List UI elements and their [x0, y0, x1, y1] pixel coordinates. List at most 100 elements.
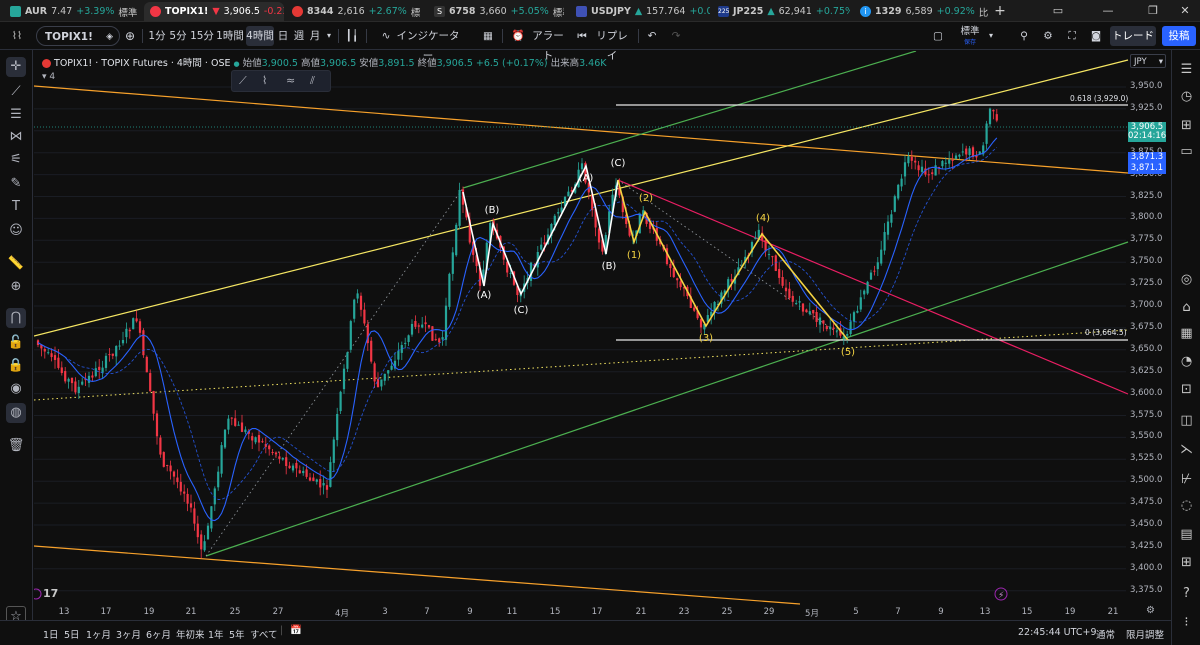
settings-gear-icon[interactable]: ⚙: [1040, 26, 1056, 46]
timeframe-1m[interactable]: 1分: [148, 26, 166, 46]
range-6m[interactable]: 6ヶ月: [146, 627, 171, 641]
wave-tool-icon[interactable]: ≈: [286, 74, 295, 87]
timeframe-4h[interactable]: 4時間: [246, 26, 274, 46]
legend-title[interactable]: TOPIX1! · TOPIX Futures · 4時間 · OSE: [54, 58, 230, 69]
quick-search-icon[interactable]: ⚲: [1016, 26, 1032, 46]
contract-adjust[interactable]: 限月調整: [1126, 627, 1164, 641]
redo-icon[interactable]: ↷: [668, 26, 684, 46]
layout-dropdown-icon[interactable]: ▾: [986, 26, 996, 46]
browser-tab-jp225[interactable]: 225 JP225 ▲ 62,941 +0.75%: [712, 2, 850, 21]
timeframe-1w[interactable]: 週: [292, 26, 306, 46]
clock[interactable]: 22:45:44 UTC+9: [1018, 627, 1097, 638]
currency-selector[interactable]: JPY ▾: [1130, 54, 1166, 68]
data-window-icon[interactable]: ◫: [1177, 411, 1196, 430]
maximize-icon[interactable]: ❐: [1143, 3, 1163, 19]
minimize-icon[interactable]: —: [1098, 3, 1118, 19]
session-selector[interactable]: 通常: [1096, 627, 1115, 641]
calendar-icon[interactable]: ▦: [1177, 324, 1196, 343]
range-ytd[interactable]: 年初来: [176, 627, 205, 641]
indicators-icon[interactable]: ∿: [376, 26, 396, 46]
time-axis[interactable]: 13 17 19 21 25 27 4月 3 7 9 11 15 17 21 23 25 29 5月 5 7 9 13 15…: [34, 605, 1171, 620]
browser-tab-1329[interactable]: i 1329 6,589 +0.92% 比較: [854, 2, 988, 21]
range-1d[interactable]: 1日: [43, 627, 59, 641]
range-1m[interactable]: 1ヶ月: [86, 627, 111, 641]
ruler-panel-icon[interactable]: ⊬: [1177, 470, 1196, 489]
layout-square-icon[interactable]: ▢: [930, 26, 946, 46]
pine-editor-icon[interactable]: ⌂: [1177, 298, 1196, 317]
indicator-collapse[interactable]: ▾ 4: [42, 72, 55, 82]
object-tree-icon[interactable]: ◍: [6, 403, 26, 423]
strategy-icon[interactable]: ⋋: [1177, 440, 1196, 459]
price-chart[interactable]: 17 ⚡: [34, 51, 1162, 605]
options-icon[interactable]: ⁝: [1177, 613, 1196, 632]
browser-tab-aur[interactable]: AUR 7.47 +3.39% 標準: [4, 2, 142, 21]
compare-add-icon[interactable]: ⊕: [122, 26, 138, 46]
screener-icon[interactable]: ◔: [1177, 352, 1196, 371]
templates-grid-icon[interactable]: ▦: [480, 26, 496, 46]
trash-icon[interactable]: 🗑: [6, 436, 26, 456]
timeframe-15m[interactable]: 15分: [190, 26, 214, 46]
brush-icon[interactable]: ✎: [6, 174, 26, 194]
indicators-button[interactable]: インジケーター: [396, 26, 460, 62]
ruler-icon[interactable]: 📏: [6, 254, 26, 274]
emoji-icon[interactable]: ☺: [6, 221, 26, 241]
window-close-icon[interactable]: ✕: [1175, 3, 1195, 19]
range-1y[interactable]: 1年: [208, 627, 224, 641]
magnet-icon[interactable]: ⋂: [6, 308, 26, 328]
watchlist-icon[interactable]: ☰: [1177, 60, 1196, 79]
timeframe-1mo[interactable]: 月: [308, 26, 322, 46]
trendline-icon[interactable]: ⟋: [6, 82, 26, 102]
timeframe-5m[interactable]: 5分: [169, 26, 187, 46]
line-tool-icon[interactable]: ⟋: [239, 74, 247, 88]
lock-icon[interactable]: 🔒: [6, 356, 26, 376]
ideas-icon[interactable]: ◎: [1177, 270, 1196, 289]
browser-tab-topix[interactable]: TOPIX1! ▼ 3,906.5 -0.23% ✕: [144, 2, 284, 21]
help-icon[interactable]: ?: [1177, 584, 1196, 603]
symbol-menu-icon[interactable]: ◈: [106, 27, 113, 47]
window-layout-icon[interactable]: ▭: [1048, 3, 1068, 19]
text-tool-icon[interactable]: T: [6, 197, 26, 217]
calc-icon[interactable]: ▤: [1177, 525, 1196, 544]
axis-settings-icon[interactable]: ⚙: [1146, 605, 1155, 616]
crosshair-icon[interactable]: ✛: [6, 57, 26, 77]
browser-tab-6758[interactable]: S 6758 3,660 +5.05% 標準: [428, 2, 564, 21]
range-3m[interactable]: 3ヶ月: [116, 627, 141, 641]
alert-icon[interactable]: ⏰: [510, 26, 526, 46]
lock-drawings-icon[interactable]: 🔓: [6, 333, 26, 353]
replay-icon[interactable]: ⏮: [574, 26, 590, 46]
object-tree-panel-icon[interactable]: ⊞: [1177, 116, 1196, 135]
browser-tab-usdjpy[interactable]: USDJPY ▲ 157.764 +0.05%: [570, 2, 710, 21]
fib-retracement-icon[interactable]: ☰: [6, 105, 26, 125]
range-all[interactable]: すべて: [250, 627, 277, 641]
products-icon[interactable]: ⊞: [1177, 553, 1196, 572]
prediction-icon[interactable]: ⚟: [6, 150, 26, 170]
snapshot-camera-icon[interactable]: ◙: [1088, 26, 1104, 46]
range-5d[interactable]: 5日: [64, 627, 80, 641]
network-icon[interactable]: ◌: [1177, 496, 1196, 515]
symbol-search[interactable]: TOPIX1! ◈: [36, 26, 120, 46]
range-5y[interactable]: 5年: [229, 627, 245, 641]
timeframe-1d[interactable]: 日: [276, 26, 290, 46]
replay-button[interactable]: リプレイ: [592, 26, 632, 62]
undo-icon[interactable]: ↶: [644, 26, 660, 46]
chat-icon[interactable]: ▭: [1177, 142, 1196, 161]
visibility-eye-icon[interactable]: ◉: [6, 379, 26, 399]
go-to-date-icon[interactable]: 📅: [290, 625, 302, 636]
alerts-clock-icon[interactable]: ◷: [1177, 87, 1196, 106]
zigzag-tool-icon[interactable]: ⌇: [262, 74, 267, 87]
trade-button[interactable]: トレード: [1110, 26, 1156, 46]
new-tab-button[interactable]: +: [990, 3, 1010, 19]
layout-save-button[interactable]: 標準 保存: [956, 26, 984, 46]
browser-tab-8344[interactable]: 8344 2,616 +2.67% 標準: [286, 2, 420, 21]
candle-style-icon[interactable]: ┃╽: [344, 26, 360, 46]
multi-wave-tool-icon[interactable]: ⫽: [310, 74, 315, 88]
alert-button[interactable]: アラート: [528, 26, 568, 62]
notifications-icon[interactable]: ⊡: [1177, 380, 1196, 399]
fullscreen-icon[interactable]: ⛶: [1064, 26, 1080, 46]
tradingview-logo[interactable]: ⌇⌇: [6, 26, 28, 46]
pattern-icon[interactable]: ⋈: [6, 127, 26, 147]
publish-button[interactable]: 投稿: [1162, 26, 1196, 46]
timeframe-dropdown-icon[interactable]: ▾: [324, 26, 334, 46]
timeframe-1h[interactable]: 1時間: [216, 26, 244, 46]
zoom-in-icon[interactable]: ⊕: [6, 277, 26, 297]
